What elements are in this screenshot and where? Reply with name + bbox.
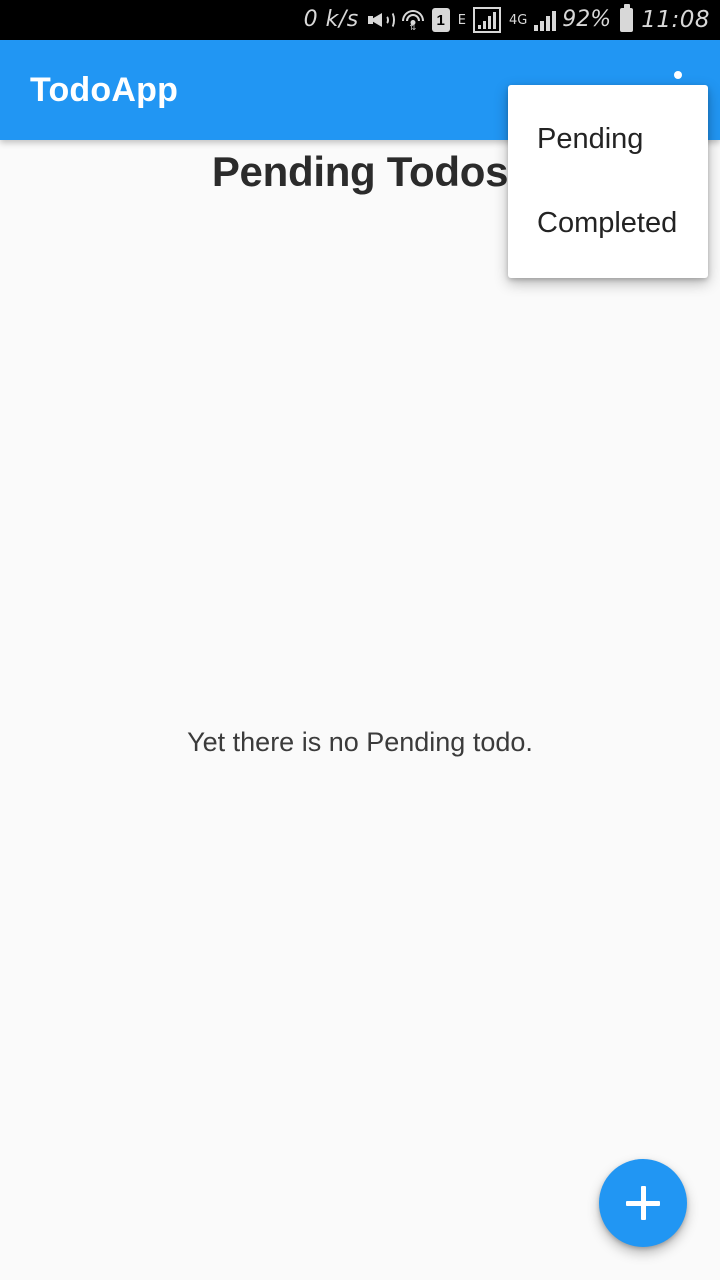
sim-card-icon: 1 <box>431 8 450 32</box>
signal-bars-icon-sim1 <box>472 7 501 33</box>
menu-item-pending[interactable]: Pending <box>508 105 708 173</box>
network-type-edge-label: E <box>457 12 466 28</box>
wifi-icon: ⇅ <box>401 9 425 32</box>
plus-icon-horizontal <box>626 1200 660 1206</box>
sim-card-label: 1 <box>431 8 450 32</box>
battery-percent-label: 92% <box>562 7 612 32</box>
menu-item-pending-label: Pending <box>537 122 644 155</box>
status-bar: 0 k/s ⇅ 1 E 4G 92% 11:08 <box>0 0 720 40</box>
network-speed-indicator: 0 k/s <box>303 7 359 32</box>
clock-label: 11:08 <box>641 6 710 33</box>
overflow-dot-1 <box>674 71 682 79</box>
network-type-4g-label: 4G <box>508 12 528 28</box>
app-title: TodoApp <box>30 70 179 109</box>
battery-icon <box>618 8 634 32</box>
empty-state-message: Yet there is no Pending todo. <box>187 727 533 757</box>
mute-icon <box>366 9 395 31</box>
overflow-dropdown-menu: Pending Completed <box>508 85 708 278</box>
menu-item-completed[interactable]: Completed <box>508 189 708 257</box>
add-todo-fab[interactable] <box>599 1159 687 1247</box>
signal-bars-icon-sim2 <box>534 9 557 31</box>
menu-item-completed-label: Completed <box>537 206 678 239</box>
